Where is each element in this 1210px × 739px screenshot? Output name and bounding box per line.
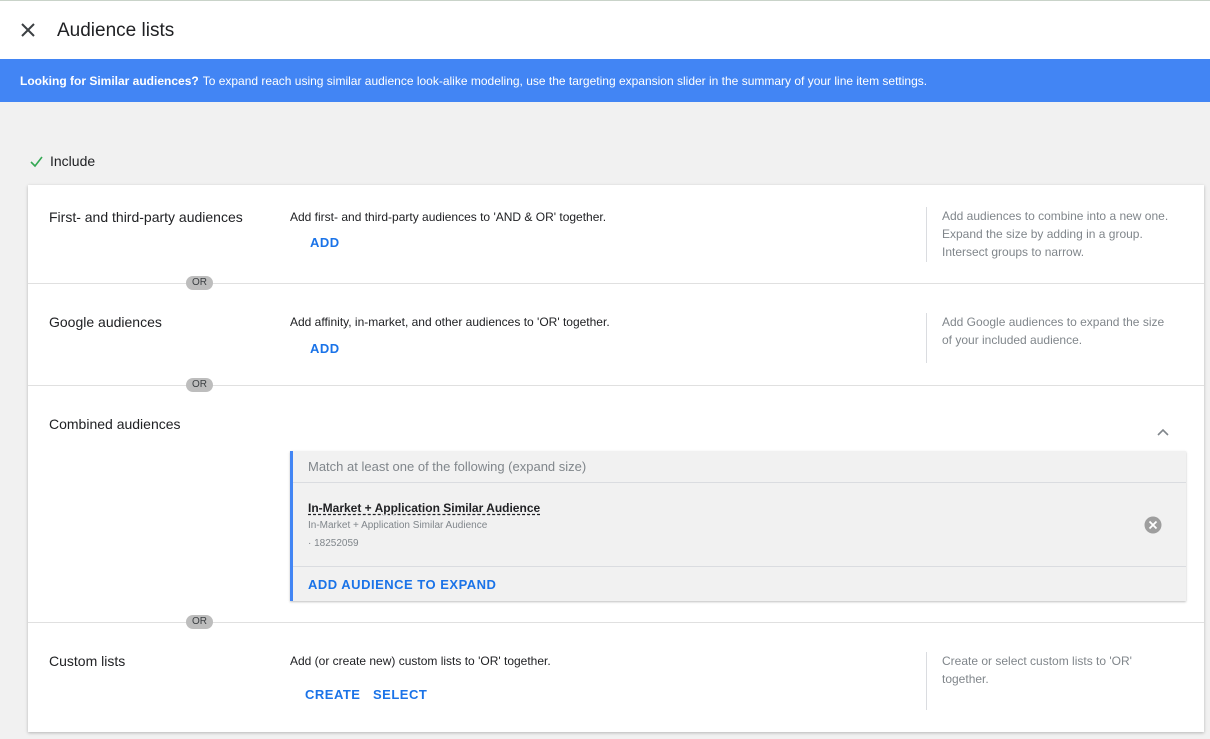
divider [293, 566, 1186, 567]
audience-name[interactable]: In-Market + Application Similar Audience [308, 501, 540, 515]
google-audiences-title: Google audiences [49, 314, 162, 330]
google-audiences-help: Add Google audiences to expand the size … [926, 313, 1176, 363]
custom-lists-description: Add (or create new) custom lists to 'OR'… [290, 654, 551, 668]
select-button[interactable]: SELECT [373, 687, 427, 702]
audience-subtitle: In-Market + Application Similar Audience [308, 520, 488, 531]
combined-audiences-title: Combined audiences [49, 416, 181, 432]
or-badge: OR [186, 378, 213, 392]
first-party-help: Add audiences to combine into a new one.… [926, 207, 1176, 262]
create-button[interactable]: CREATE [305, 687, 360, 702]
chevron-up-icon[interactable] [1156, 426, 1170, 440]
info-banner: Looking for Similar audiences? To expand… [0, 59, 1210, 102]
dialog-header: Audience lists [0, 0, 1210, 59]
close-icon[interactable] [18, 20, 38, 40]
banner-text: To expand reach using similar audience l… [202, 73, 928, 88]
include-label: Include [29, 153, 95, 169]
expand-group: Match at least one of the following (exp… [290, 451, 1186, 601]
first-party-add-button[interactable]: ADD [310, 235, 340, 250]
custom-lists-title: Custom lists [49, 653, 126, 669]
audience-card: First- and third-party audiences Add fir… [28, 185, 1204, 732]
google-audiences-description: Add affinity, in-market, and other audie… [290, 315, 610, 329]
remove-icon[interactable] [1144, 516, 1162, 534]
check-icon [30, 156, 43, 167]
or-badge: OR [186, 615, 213, 629]
google-audiences-add-button[interactable]: ADD [310, 341, 340, 356]
first-party-title: First- and third-party audiences [49, 209, 243, 225]
group-header: Match at least one of the following (exp… [293, 451, 1186, 483]
or-badge: OR [186, 276, 213, 290]
page-title: Audience lists [57, 20, 175, 41]
add-audience-to-expand-button[interactable]: ADD AUDIENCE TO EXPAND [308, 577, 496, 592]
banner-bold-text: Looking for Similar audiences? [20, 73, 199, 88]
include-text: Include [50, 153, 96, 169]
custom-lists-help: Create or select custom lists to 'OR' to… [926, 652, 1136, 710]
first-party-description: Add first- and third-party audiences to … [290, 210, 607, 224]
audience-id: · 18252059 [308, 538, 359, 549]
